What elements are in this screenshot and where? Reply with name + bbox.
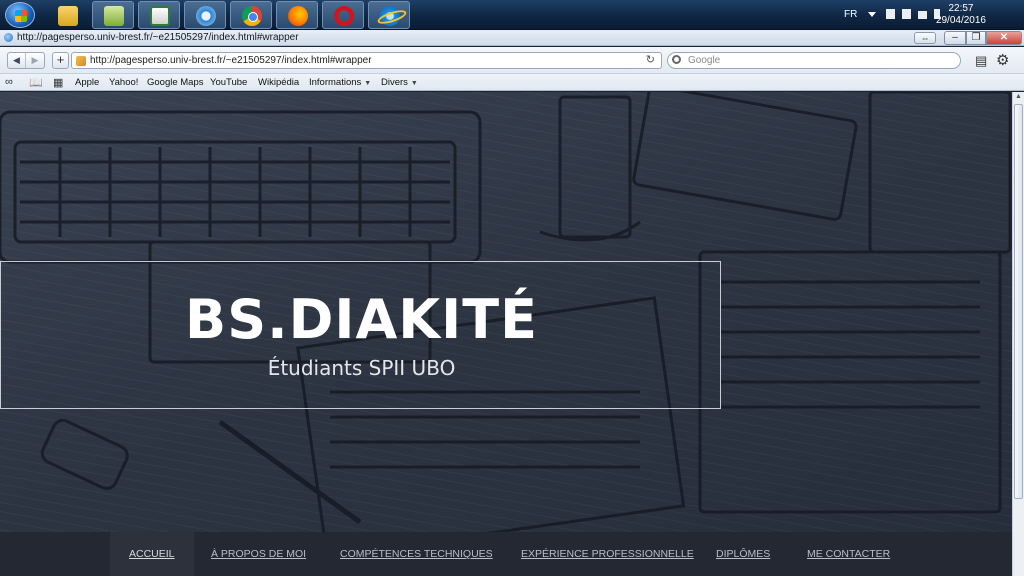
firefox-icon [288, 6, 308, 26]
resize-window-button[interactable]: ⇔ [914, 32, 936, 44]
close-button[interactable]: ✕ [986, 31, 1022, 45]
taskbar-chrome[interactable] [230, 1, 272, 29]
signal-icon[interactable] [918, 11, 927, 19]
address-bar[interactable]: http://pagesperso.univ-brest.fr/~e215052… [71, 52, 662, 69]
device-icon[interactable] [902, 9, 911, 19]
vertical-scrollbar[interactable]: ▲ [1012, 92, 1024, 576]
navigation-buttons: ◀ ▶ [7, 52, 45, 69]
chrome-icon [242, 6, 262, 26]
page-menu-icon[interactable]: ▤ [975, 53, 987, 69]
scroll-thumb[interactable] [1014, 104, 1023, 499]
spreadsheet-icon [150, 6, 170, 26]
reading-glasses-icon[interactable]: ∞ [5, 76, 13, 88]
clock-date: 29/04/2016 [935, 15, 986, 26]
nav-link-diplomes[interactable]: DIPLÔMES [697, 532, 789, 576]
chevron-down-icon[interactable] [868, 12, 876, 17]
address-bar-url: http://pagesperso.univ-brest.fr/~e215052… [90, 55, 372, 66]
nav-link-accueil[interactable]: ACCUEIL [110, 532, 194, 576]
clock[interactable]: 22:57 29/04/2016 [936, 3, 986, 27]
forward-button[interactable]: ▶ [26, 53, 44, 68]
gear-icon[interactable]: ⚙ [996, 51, 1009, 69]
bookmark-folder-divers[interactable]: Divers ▼ [381, 77, 418, 88]
scroll-up-icon[interactable]: ▲ [1014, 93, 1023, 103]
window-title: http://pagesperso.univ-brest.fr/~e215052… [17, 32, 299, 43]
bookmark-wikipedia[interactable]: Wikipédia [258, 77, 299, 88]
minimize-button[interactable]: – [944, 31, 966, 45]
safari-icon [196, 6, 216, 26]
bookmark-youtube[interactable]: YouTube [210, 77, 247, 88]
taskbar-explorer[interactable] [46, 1, 88, 29]
nav-link-experience[interactable]: EXPÉRIENCE PROFESSIONNELLE [502, 532, 713, 576]
windows-taskbar: FR 22:57 29/04/2016 [0, 0, 1024, 30]
bookmark-label: YouTube [210, 77, 248, 88]
folder-icon [58, 6, 78, 26]
back-button[interactable]: ◀ [8, 53, 26, 68]
search-input[interactable]: Google [667, 52, 961, 69]
chevron-down-icon: ▼ [364, 80, 372, 87]
nav-link-competences[interactable]: COMPÉTENCES TECHNIQUES [321, 532, 512, 576]
windows-logo-icon [15, 10, 27, 22]
bookmark-label: Yahoo! [109, 77, 139, 88]
bookmark-yahoo[interactable]: Yahoo! [109, 77, 138, 88]
search-icon [672, 55, 681, 64]
taskbar-notepad[interactable] [92, 1, 134, 29]
bookmark-label: Apple [75, 77, 100, 88]
flag-icon[interactable] [886, 9, 895, 19]
add-bookmark-button[interactable]: + [52, 52, 69, 69]
bookmark-google-maps[interactable]: Google Maps [147, 77, 204, 88]
start-button[interactable] [5, 2, 35, 28]
taskbar-safari[interactable] [184, 1, 226, 29]
language-indicator[interactable]: FR [844, 9, 857, 20]
taskbar-excel[interactable] [138, 1, 180, 29]
bookmark-label: Wikipédia [258, 77, 300, 88]
bookmark-label: Google Maps [147, 77, 204, 88]
clock-time: 22:57 [948, 3, 974, 14]
bookmarks-bar: ∞ 📖 ▦ Apple Yahoo! Google Maps YouTube W… [0, 74, 1024, 91]
bookmark-folder-informations[interactable]: Informations ▼ [309, 77, 371, 88]
search-placeholder: Google [688, 55, 721, 66]
grid-icon[interactable]: ▦ [53, 76, 63, 89]
browser-toolbar: ◀ ▶ + http://pagesperso.univ-brest.fr/~e… [0, 47, 1024, 74]
taskbar-ie[interactable] [368, 1, 410, 29]
page-viewport: BS.DIAKITÉ Étudiants SPII UBO ACCUEIL À … [0, 92, 1012, 576]
reload-icon[interactable]: ↻ [646, 53, 655, 68]
system-tray: FR 22:57 29/04/2016 [834, 0, 1024, 30]
site-favicon-icon [76, 56, 86, 66]
browser-title-bar: http://pagesperso.univ-brest.fr/~e215052… [0, 30, 1024, 46]
ie-icon [380, 6, 400, 26]
bookmark-label: Informations [309, 77, 362, 88]
note-icon [104, 6, 124, 26]
globe-icon [4, 33, 13, 42]
site-navigation: ACCUEIL À PROPOS DE MOI COMPÉTENCES TECH… [0, 532, 1012, 576]
maximize-button[interactable]: ❐ [966, 31, 986, 45]
hero-banner: BS.DIAKITÉ Étudiants SPII UBO [0, 261, 721, 409]
chevron-down-icon: ▼ [410, 80, 418, 87]
nav-link-a-propos[interactable]: À PROPOS DE MOI [192, 532, 325, 576]
taskbar-opera[interactable] [322, 1, 364, 29]
bookmark-label: Divers [381, 77, 408, 88]
taskbar-firefox[interactable] [276, 1, 318, 29]
site-subtitle: Étudiants SPII UBO [267, 356, 456, 380]
opera-icon [334, 6, 354, 26]
bookmark-apple[interactable]: Apple [75, 77, 99, 88]
nav-link-contact[interactable]: ME CONTACTER [788, 532, 909, 576]
site-title: BS.DIAKITÉ [185, 288, 538, 351]
book-icon[interactable]: 📖 [29, 76, 43, 89]
